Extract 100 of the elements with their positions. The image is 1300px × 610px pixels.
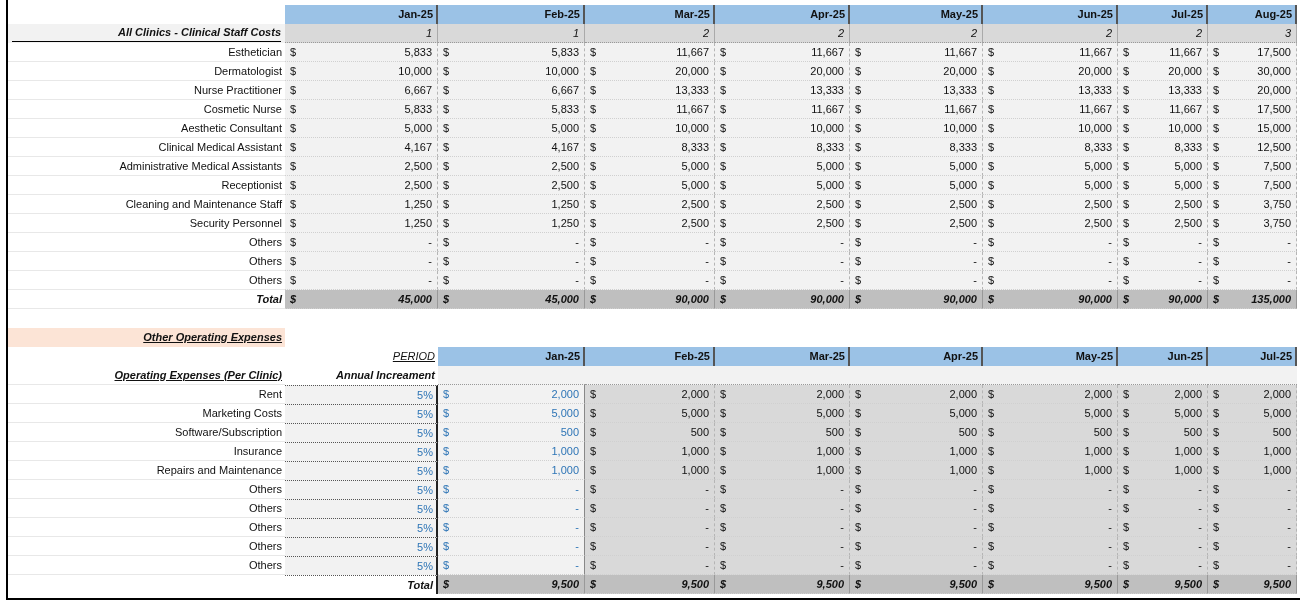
currency-symbol: $ (443, 83, 450, 98)
cell-value: 2,500 (404, 178, 432, 193)
currency-symbol: $ (443, 235, 450, 250)
currency-symbol: $ (590, 292, 597, 307)
cell-value: - (840, 539, 844, 554)
cell-value: 1,000 (681, 444, 709, 459)
currency-symbol: $ (290, 83, 297, 98)
currency-symbol: $ (855, 577, 862, 592)
cell-value: 9,500 (816, 577, 844, 592)
currency-symbol: $ (988, 216, 995, 231)
currency-symbol: $ (290, 178, 297, 193)
cell-value: 5,000 (949, 159, 977, 174)
cell-value: 11,667 (676, 45, 709, 60)
currency-symbol: $ (443, 539, 450, 554)
cell-value: 2,500 (551, 178, 579, 193)
cell-value: - (1108, 539, 1112, 554)
increment-cell: 5% (285, 499, 438, 518)
currency-symbol: $ (855, 64, 862, 79)
currency-symbol: $ (988, 482, 995, 497)
currency-symbol: $ (443, 520, 450, 535)
cell-value: 45,000 (545, 292, 579, 307)
currency-symbol: $ (720, 520, 727, 535)
cell-value: 90,000 (675, 292, 709, 307)
currency-symbol: $ (1123, 254, 1130, 269)
currency-symbol: $ (1213, 387, 1220, 402)
currency-symbol: $ (720, 482, 727, 497)
currency-symbol: $ (720, 254, 727, 269)
cell-value: 11,667 (676, 102, 709, 117)
cell-value: 5,000 (1084, 406, 1112, 421)
cell-value: 3,750 (1263, 197, 1291, 212)
cell-value: 500 (1183, 425, 1202, 440)
cell-value: - (575, 501, 579, 516)
currency-symbol: $ (443, 197, 450, 212)
row-label: Cosmetic Nurse (8, 100, 285, 119)
cell-value: - (1287, 520, 1291, 535)
cell-value: 5,833 (551, 45, 579, 60)
table-subtitle: Operating Expenses (Per Clinic) (8, 366, 285, 385)
currency-symbol: $ (443, 159, 450, 174)
cell-value: - (840, 254, 844, 269)
column-header: Jan-25 (285, 5, 438, 24)
currency-symbol: $ (1213, 520, 1220, 535)
cell-value: 2,500 (816, 197, 844, 212)
cell-value: - (1198, 273, 1202, 288)
increment-cell: 5% (285, 404, 438, 423)
cell-value: 11,667 (944, 45, 977, 60)
cell-value: 2,000 (551, 387, 579, 402)
currency-symbol: $ (855, 501, 862, 516)
cell-value: 11,667 (811, 45, 844, 60)
section-title: All Clinics - Clinical Staff Costs (12, 24, 281, 42)
currency-symbol: $ (590, 254, 597, 269)
cell-value: 11,667 (1079, 102, 1112, 117)
cell-value: - (1198, 558, 1202, 573)
total-label: Total (8, 290, 285, 309)
cell-value: 13,333 (675, 83, 709, 98)
currency-symbol: $ (290, 140, 297, 155)
cell-value: 1,000 (551, 444, 579, 459)
cell-value: 135,000 (1251, 292, 1291, 307)
currency-symbol: $ (720, 197, 727, 212)
cell-value: 1,000 (816, 444, 844, 459)
currency-symbol: $ (1123, 45, 1130, 60)
currency-symbol: $ (290, 159, 297, 174)
cell-value: 20,000 (675, 64, 709, 79)
currency-symbol: $ (590, 235, 597, 250)
currency-symbol: $ (1213, 292, 1220, 307)
currency-symbol: $ (443, 64, 450, 79)
currency-symbol: $ (1213, 463, 1220, 478)
cell-value: 5,000 (551, 121, 579, 136)
currency-symbol: $ (443, 387, 450, 402)
currency-symbol: $ (590, 387, 597, 402)
currency-symbol: $ (988, 102, 995, 117)
cell-value: - (575, 254, 579, 269)
cell-value: - (1198, 501, 1202, 516)
cell-value: - (840, 235, 844, 250)
currency-symbol: $ (1123, 102, 1130, 117)
cell-value: 2,500 (1084, 197, 1112, 212)
cell-value: - (1198, 482, 1202, 497)
cell-value: 90,000 (1168, 292, 1202, 307)
cell-value: 2,000 (681, 387, 709, 402)
cell-value: 12,500 (1257, 140, 1291, 155)
headcount-cell: 2 (715, 24, 850, 43)
currency-symbol: $ (855, 216, 862, 231)
currency-symbol: $ (855, 140, 862, 155)
currency-symbol: $ (1123, 558, 1130, 573)
cell-value: 2,000 (1263, 387, 1291, 402)
row-label: Insurance (8, 442, 285, 461)
currency-symbol: $ (1123, 140, 1130, 155)
currency-symbol: $ (988, 520, 995, 535)
cell-value: 10,000 (1168, 121, 1202, 136)
row-label: Aesthetic Consultant (8, 119, 285, 138)
currency-symbol: $ (1123, 482, 1130, 497)
cell-value: 5,000 (1174, 159, 1202, 174)
cell-value: 9,500 (551, 577, 579, 592)
currency-symbol: $ (443, 425, 450, 440)
currency-symbol: $ (1213, 140, 1220, 155)
headcount-cell: 2 (585, 24, 715, 43)
column-header: Mar-25 (585, 5, 715, 24)
currency-symbol: $ (720, 558, 727, 573)
cell-value: 45,000 (398, 292, 432, 307)
currency-symbol: $ (1213, 482, 1220, 497)
currency-symbol: $ (590, 159, 597, 174)
